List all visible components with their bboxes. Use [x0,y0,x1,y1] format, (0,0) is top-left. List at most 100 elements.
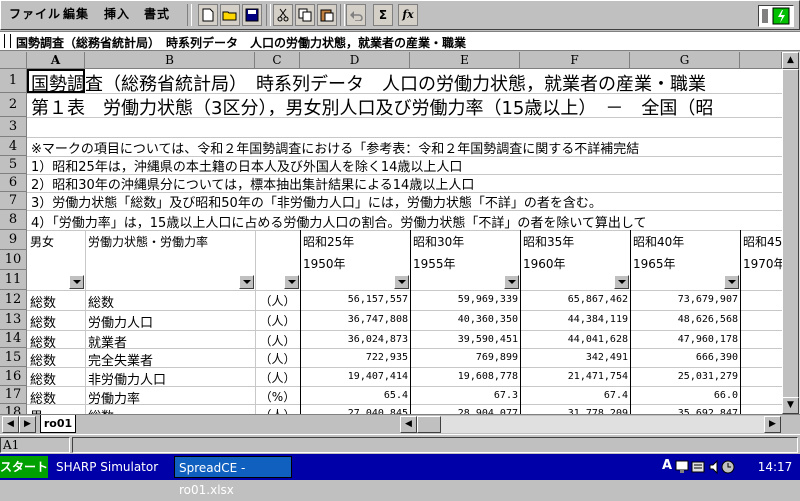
row-header[interactable]: 14 [0,330,27,348]
cell-sex[interactable]: 男 [30,406,84,414]
formula-bar[interactable]: 国勢調査（総務省統計局） 時系列データ 人口の労働力状態，就業者の産業・職業 [0,31,800,51]
cell-a2-subtitle[interactable]: 第１表 労働力状態（3区分），男女別人口及び労働力率（15歳以上） － 全国（昭 [31,94,713,120]
filter-dropdown-b[interactable] [239,275,254,289]
row-header[interactable]: 18 [0,404,27,414]
header-sex[interactable]: 男女 [30,233,54,250]
menu-file[interactable]: ファイル [9,5,61,22]
row-header[interactable]: 3 [0,117,27,137]
cell-labor-status[interactable]: 総数 [88,406,254,414]
row-header[interactable]: 16 [0,367,27,386]
header-labor-status[interactable]: 労働力状態・労働力率 [88,233,208,250]
filter-dropdown-e[interactable] [504,275,519,289]
cell-unit[interactable]: （人） [255,312,300,329]
open-folder-icon[interactable] [220,4,240,26]
taskbar-item-spreadce[interactable]: SpreadCE - ro01.xlsx [174,456,292,497]
start-button[interactable]: スタート [0,456,48,478]
sum-icon[interactable]: Σ [373,4,393,26]
header-year-s45[interactable]: 昭和45 [743,233,782,250]
header-western-1960[interactable]: 1960年 [523,255,566,272]
cell-value[interactable]: 25,031,279 [630,371,738,382]
row-header[interactable]: 9 [0,230,27,250]
tray-icons[interactable] [674,459,744,475]
cell-a8-note[interactable]: 4）「労働力率」は，15歳以上人口に占める労働力人口の割合。労働力状態「不詳」の… [31,212,647,231]
column-header-h[interactable] [740,52,782,69]
cell-sex[interactable]: 総数 [30,332,84,351]
header-western-1970[interactable]: 1970年 [743,255,782,272]
cell-sex[interactable]: 総数 [30,292,84,311]
cell-value[interactable]: 39,590,451 [410,334,518,345]
cell-value[interactable]: 40,360,350 [410,314,518,325]
spreadsheet-grid[interactable]: A B C D E F G 1 2 3 4 5 6 7 8 9 10 11 12… [0,52,782,414]
cell-value[interactable]: 19,407,414 [300,371,408,382]
cell-value[interactable]: 47,960,178 [630,334,738,345]
cell-value[interactable]: 67.4 [520,390,628,401]
cell-value[interactable]: 73,679,907 [630,294,738,305]
cell-value[interactable]: 65,867,462 [520,294,628,305]
filter-dropdown-a[interactable] [69,275,84,289]
header-western-1965[interactable]: 1965年 [633,255,676,272]
cell-a4-note[interactable]: ※マークの項目については、令和２年国勢調査における「参考表：令和２年国勢調査に関… [31,138,639,157]
cell-value[interactable]: 56,157,557 [300,294,408,305]
column-header-d[interactable]: D [300,52,410,69]
column-header-c[interactable]: C [255,52,300,69]
header-western-1955[interactable]: 1955年 [413,255,456,272]
cell-value[interactable]: 59,969,339 [410,294,518,305]
cut-icon[interactable] [273,4,293,26]
row-header[interactable]: 4 [0,137,27,156]
cell-unit[interactable]: （%） [255,388,300,405]
cell-value[interactable]: 66.0 [630,390,738,401]
header-year-s30[interactable]: 昭和30年 [413,233,464,250]
cell-value[interactable]: 44,384,119 [520,314,628,325]
tab-scroll-left-icon[interactable]: ◀ [2,416,19,433]
cell-sex[interactable]: 総数 [30,312,84,331]
taskbar-item-simulator[interactable]: SHARP Simulator [52,456,170,478]
row-header[interactable]: 15 [0,348,27,367]
row-header[interactable]: 11 [0,270,27,290]
cell-labor-status[interactable]: 非労働力人口 [88,369,254,388]
cell-unit[interactable]: （人） [255,350,300,367]
filter-dropdown-c[interactable] [284,275,299,289]
row-header[interactable]: 7 [0,192,27,210]
filter-dropdown-d[interactable] [394,275,409,289]
header-western-1950[interactable]: 1950年 [303,255,346,272]
tab-scroll-right-icon[interactable]: ▶ [19,416,36,433]
scroll-down-arrow-icon[interactable]: ▼ [782,397,799,414]
cell-value[interactable]: 36,024,873 [300,334,408,345]
horizontal-scroll-track[interactable] [417,416,764,433]
cell-value[interactable]: 342,491 [520,352,628,363]
copy-icon[interactable] [295,4,315,26]
cell-labor-status[interactable]: 労働力人口 [88,312,254,331]
column-header-a[interactable]: A [27,52,85,69]
row-header[interactable]: 10 [0,250,27,270]
select-all-corner[interactable] [0,52,27,69]
cell-value[interactable]: 67.3 [410,390,518,401]
hscroll-right-arrow-icon[interactable]: ▶ [764,416,781,433]
cell-a6-note[interactable]: 2）昭和30年の沖縄県分については，標本抽出集計結果による14歳以上人口 [31,174,474,193]
tray-ime-indicator[interactable]: A [662,458,672,476]
filter-dropdown-g[interactable] [724,275,739,289]
cell-value[interactable]: 19,608,778 [410,371,518,382]
cell-value[interactable]: 769,899 [410,352,518,363]
row-header[interactable]: 6 [0,174,27,192]
row-header[interactable]: 8 [0,210,27,230]
cell-value[interactable]: 36,747,808 [300,314,408,325]
column-header-e[interactable]: E [410,52,520,69]
menu-insert[interactable]: 挿入 [104,5,130,22]
scroll-thumb[interactable] [782,69,799,399]
sheet-tab-ro01[interactable]: ro01 [40,415,76,433]
menu-edit[interactable]: 編集 [63,5,89,22]
column-header-g[interactable]: G [630,52,740,69]
new-file-icon[interactable] [198,4,218,26]
cell-sex[interactable]: 総数 [30,350,84,369]
cell-labor-status[interactable]: 完全失業者 [88,350,254,369]
cell-unit[interactable]: （人） [255,332,300,349]
row-header[interactable]: 1 [0,69,27,93]
undo-icon[interactable] [346,4,366,26]
cell-value[interactable]: 65.4 [300,390,408,401]
cell-value[interactable]: 21,471,754 [520,371,628,382]
header-year-s40[interactable]: 昭和40年 [633,233,684,250]
cell-sex[interactable]: 総数 [30,388,84,407]
header-year-s25[interactable]: 昭和25年 [303,233,354,250]
paste-icon[interactable] [317,4,337,26]
menu-format[interactable]: 書式 [144,5,170,22]
